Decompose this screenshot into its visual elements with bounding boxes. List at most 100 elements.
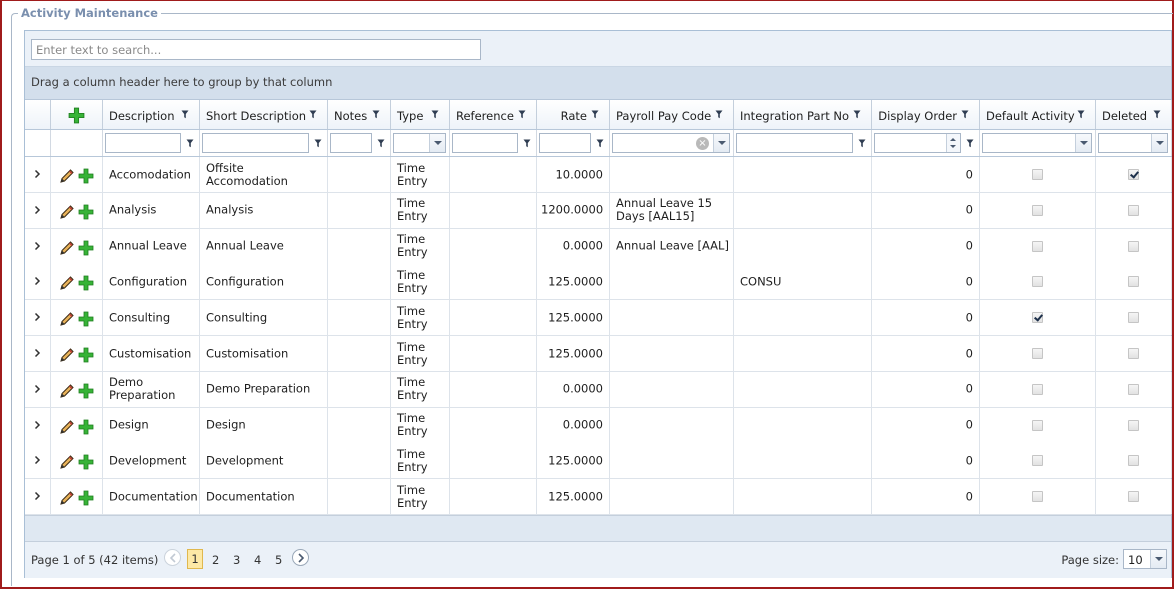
page-button-2[interactable]: 2 bbox=[212, 553, 219, 567]
search-input[interactable] bbox=[31, 39, 481, 60]
column-header-display-order[interactable]: Display Order bbox=[878, 109, 957, 123]
plus-icon[interactable] bbox=[78, 240, 94, 259]
plus-icon[interactable] bbox=[78, 490, 94, 509]
default-activity-checkbox[interactable] bbox=[1032, 348, 1043, 359]
funnel-icon[interactable] bbox=[377, 139, 385, 148]
short-description-filter-input[interactable] bbox=[202, 133, 309, 153]
rate-filter-input[interactable] bbox=[539, 133, 591, 153]
column-header-short-description[interactable]: Short Description bbox=[206, 109, 306, 123]
chevron-right-icon[interactable] bbox=[34, 490, 41, 504]
chevron-right-icon[interactable] bbox=[34, 204, 41, 218]
pencil-icon[interactable] bbox=[59, 490, 75, 509]
pencil-icon[interactable] bbox=[59, 454, 75, 473]
funnel-icon[interactable] bbox=[186, 139, 194, 148]
pencil-icon[interactable] bbox=[59, 168, 75, 187]
add-new-row-icon[interactable] bbox=[68, 107, 85, 127]
default-activity-checkbox[interactable] bbox=[1032, 204, 1043, 216]
integration-part-no-filter-input[interactable] bbox=[736, 133, 853, 153]
table-row[interactable]: Accomodation Offsite Accomodation Time Ent… bbox=[25, 157, 1172, 193]
notes-filter-input[interactable] bbox=[330, 133, 372, 153]
deleted-checkbox[interactable] bbox=[1128, 169, 1139, 180]
chevron-down-icon[interactable] bbox=[1150, 550, 1166, 568]
default-activity-checkbox[interactable] bbox=[1032, 383, 1043, 395]
clear-filter-icon[interactable]: × bbox=[696, 137, 709, 150]
column-header-deleted[interactable]: Deleted bbox=[1102, 109, 1147, 123]
column-header-description[interactable]: Description bbox=[109, 109, 175, 123]
table-row[interactable]: Development Development Time Entry 125.0000… bbox=[25, 443, 1172, 480]
pencil-icon[interactable] bbox=[59, 311, 75, 330]
column-header-notes[interactable]: Notes bbox=[334, 109, 367, 123]
deleted-checkbox[interactable] bbox=[1128, 491, 1139, 503]
chevron-right-icon[interactable] bbox=[34, 240, 41, 254]
deleted-checkbox[interactable] bbox=[1128, 455, 1139, 467]
chevron-right-icon[interactable] bbox=[34, 383, 41, 397]
funnel-icon[interactable] bbox=[1077, 110, 1085, 119]
funnel-icon[interactable] bbox=[181, 110, 189, 119]
column-header-default-activity[interactable]: Default Activity bbox=[986, 109, 1075, 123]
deleted-checkbox[interactable] bbox=[1128, 276, 1139, 288]
deleted-checkbox[interactable] bbox=[1128, 419, 1139, 431]
page-button-5[interactable]: 5 bbox=[275, 553, 282, 567]
funnel-icon[interactable] bbox=[858, 139, 866, 148]
default-activity-checkbox[interactable] bbox=[1032, 419, 1043, 431]
pencil-icon[interactable] bbox=[59, 275, 75, 294]
deleted-checkbox[interactable] bbox=[1128, 204, 1139, 216]
plus-icon[interactable] bbox=[78, 383, 94, 402]
plus-icon[interactable] bbox=[78, 419, 94, 438]
page-button-4[interactable]: 4 bbox=[254, 553, 261, 567]
column-header-rate[interactable]: Rate bbox=[561, 109, 587, 123]
funnel-icon[interactable] bbox=[966, 139, 974, 148]
description-filter-input[interactable] bbox=[105, 133, 181, 153]
table-row[interactable]: Demo Preparation Demo Preparation Time Ent… bbox=[25, 371, 1172, 408]
default-activity-checkbox[interactable] bbox=[1032, 240, 1043, 252]
chevron-right-icon[interactable] bbox=[34, 454, 41, 468]
spin-down-icon[interactable] bbox=[950, 145, 956, 148]
funnel-icon[interactable] bbox=[518, 110, 526, 119]
deleted-filter-input[interactable] bbox=[1098, 133, 1168, 153]
column-header-reference[interactable]: Reference bbox=[456, 109, 514, 123]
previous-page-button[interactable] bbox=[164, 549, 181, 566]
deleted-checkbox[interactable] bbox=[1128, 383, 1139, 395]
default-activity-checkbox[interactable] bbox=[1032, 276, 1043, 288]
funnel-icon[interactable] bbox=[314, 139, 322, 148]
pencil-icon[interactable] bbox=[59, 204, 75, 223]
table-row[interactable]: Consulting Consulting Time Entry 125.0000 0 bbox=[25, 300, 1172, 337]
page-button-1[interactable]: 1 bbox=[187, 549, 203, 569]
default-activity-checkbox[interactable] bbox=[1032, 312, 1043, 324]
funnel-icon[interactable] bbox=[431, 110, 439, 119]
funnel-icon[interactable] bbox=[591, 110, 599, 119]
funnel-icon[interactable] bbox=[372, 110, 380, 119]
group-panel[interactable]: Drag a column header here to group by th… bbox=[25, 67, 1171, 100]
chevron-right-icon[interactable] bbox=[34, 419, 41, 433]
funnel-icon[interactable] bbox=[523, 139, 531, 148]
funnel-icon[interactable] bbox=[596, 139, 604, 148]
plus-icon[interactable] bbox=[78, 454, 94, 473]
default-activity-checkbox[interactable] bbox=[1032, 169, 1043, 180]
chevron-down-icon[interactable] bbox=[713, 134, 729, 152]
table-row[interactable]: Design Design Time Entry 0.0000 0 bbox=[25, 407, 1172, 444]
plus-icon[interactable] bbox=[78, 347, 94, 366]
page-size-select[interactable]: 10 bbox=[1123, 549, 1167, 569]
table-row[interactable]: Configuration Configuration Time Entry 125.… bbox=[25, 264, 1172, 301]
default-activity-checkbox[interactable] bbox=[1032, 491, 1043, 503]
payroll-pay-code-filter-input[interactable]: × bbox=[612, 133, 730, 153]
funnel-icon[interactable] bbox=[1153, 110, 1161, 119]
chevron-right-icon[interactable] bbox=[34, 168, 41, 182]
default-activity-filter-input[interactable] bbox=[982, 133, 1092, 153]
deleted-checkbox[interactable] bbox=[1128, 348, 1139, 359]
funnel-icon[interactable] bbox=[715, 110, 723, 119]
spin-up-icon[interactable] bbox=[950, 138, 956, 141]
deleted-checkbox[interactable] bbox=[1128, 240, 1139, 252]
table-row[interactable]: Annual Leave Annual Leave Time Entry 0.0000… bbox=[25, 228, 1172, 265]
column-header-integration-part-no[interactable]: Integration Part No bbox=[740, 109, 849, 123]
funnel-icon[interactable] bbox=[961, 110, 969, 119]
spin-buttons[interactable] bbox=[946, 134, 960, 152]
table-row[interactable]: Documentation Documentation Time Entry 125.… bbox=[25, 479, 1172, 516]
chevron-right-icon[interactable] bbox=[34, 311, 41, 325]
type-filter-input[interactable] bbox=[393, 133, 446, 153]
plus-icon[interactable] bbox=[78, 311, 94, 330]
plus-icon[interactable] bbox=[78, 275, 94, 294]
display-order-filter-input[interactable] bbox=[874, 133, 961, 153]
funnel-icon[interactable] bbox=[853, 110, 861, 119]
funnel-icon[interactable] bbox=[309, 110, 317, 119]
